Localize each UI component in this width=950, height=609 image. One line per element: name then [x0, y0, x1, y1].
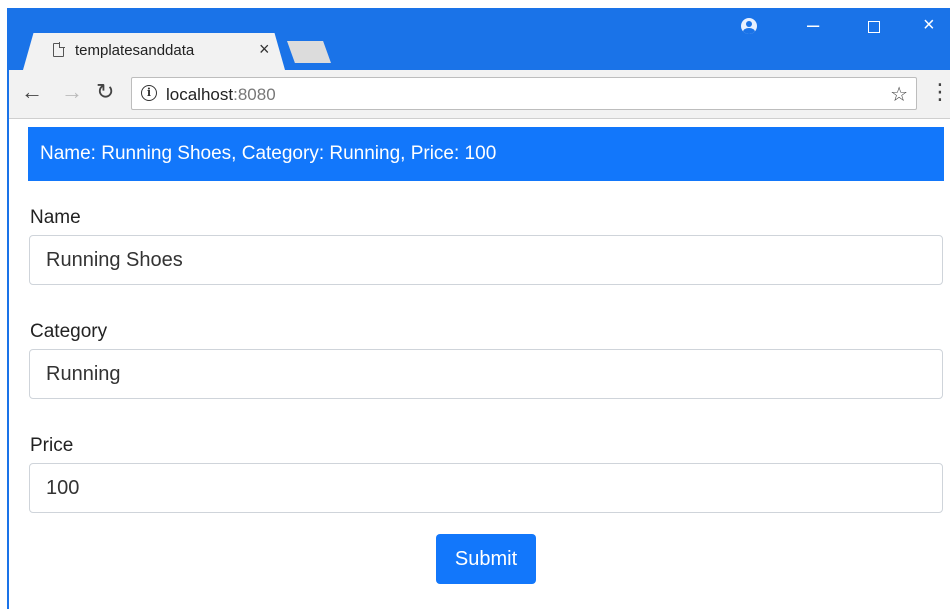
price-input[interactable]: [29, 463, 943, 513]
page-content: Name: Running Shoes, Category: Running, …: [9, 119, 950, 609]
url-text: localhost:8080: [166, 85, 276, 105]
name-input[interactable]: [29, 235, 943, 285]
reload-icon[interactable]: ↻: [96, 80, 114, 104]
browser-toolbar: ← → ↻ i localhost:8080 ☆ ⋮: [9, 70, 950, 119]
close-window-button[interactable]: ×: [923, 14, 935, 37]
url-port: :8080: [233, 85, 276, 104]
browser-tab[interactable]: templatesanddata ×: [23, 33, 285, 70]
tab-title: templatesanddata: [75, 42, 195, 59]
browser-window: templatesanddata × – × ← → ↻ i localhost…: [7, 8, 950, 609]
price-label: Price: [30, 435, 74, 456]
url-host: localhost: [166, 85, 234, 104]
new-tab-button[interactable]: [287, 41, 331, 63]
profile-icon[interactable]: [741, 18, 757, 34]
maximize-button[interactable]: [868, 21, 880, 33]
tab-close-icon[interactable]: ×: [259, 39, 270, 60]
title-bar: templatesanddata × – ×: [9, 8, 950, 70]
forward-arrow-icon[interactable]: →: [61, 80, 83, 104]
page-icon: [53, 42, 65, 57]
submit-button[interactable]: Submit: [436, 534, 536, 584]
category-input[interactable]: [29, 349, 943, 399]
more-menu-icon[interactable]: ⋮: [929, 80, 950, 104]
info-icon[interactable]: i: [141, 85, 157, 101]
summary-banner: Name: Running Shoes, Category: Running, …: [28, 127, 944, 181]
address-bar[interactable]: i localhost:8080 ☆: [131, 77, 917, 110]
name-label: Name: [30, 207, 81, 228]
category-label: Category: [30, 321, 108, 342]
back-arrow-icon[interactable]: ←: [21, 80, 43, 104]
bookmark-star-icon[interactable]: ☆: [890, 82, 908, 107]
minimize-button[interactable]: –: [807, 12, 819, 38]
